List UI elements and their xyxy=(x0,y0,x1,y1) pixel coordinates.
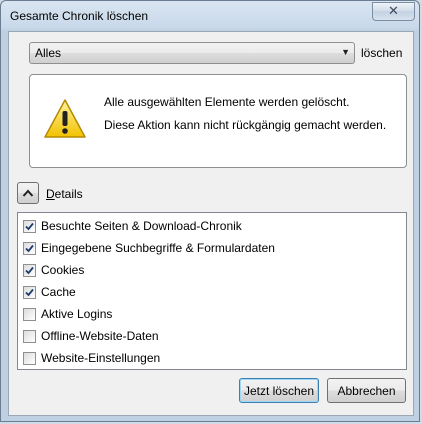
window-title: Gesamte Chronik löschen xyxy=(10,9,149,23)
dialog-content: Alles ▼ löschen Alle ausgewählten Elemen… xyxy=(8,31,414,416)
dialog-window: Gesamte Chronik löschen ✕ Alles ▼ lösche… xyxy=(0,0,420,422)
warning-text-line1: Alle ausgewählten Elemente werden gelösc… xyxy=(104,95,350,109)
checkbox-offline-data[interactable] xyxy=(23,330,36,343)
checkbox-label: Website-Einstellungen xyxy=(41,351,161,365)
checkbox-forms-search[interactable] xyxy=(23,242,36,255)
checkmark-icon xyxy=(25,288,34,297)
details-label-accesskey: D xyxy=(46,187,55,201)
details-toggle-button[interactable] xyxy=(17,182,39,204)
close-icon: ✕ xyxy=(388,3,399,18)
list-item-history-downloads[interactable]: Besuchte Seiten & Download-Chronik xyxy=(23,216,403,236)
details-label-rest: etails xyxy=(54,187,83,201)
time-range-dropdown[interactable]: Alles ▼ xyxy=(29,42,355,64)
checkbox-label: Besuchte Seiten & Download-Chronik xyxy=(41,219,242,233)
checkmark-icon xyxy=(25,222,34,231)
checkbox-label: Cookies xyxy=(41,263,85,277)
list-item-forms-search[interactable]: Eingegebene Suchbegriffe & Formulardaten xyxy=(23,238,403,258)
checkbox-cache[interactable] xyxy=(23,286,36,299)
details-label: Details xyxy=(46,187,83,201)
title-bar: Gesamte Chronik löschen ✕ xyxy=(1,1,419,31)
checkbox-label: Offline-Website-Daten xyxy=(41,329,159,343)
list-item-offline-data[interactable]: Offline-Website-Daten xyxy=(23,326,403,346)
checkbox-active-logins[interactable] xyxy=(23,308,36,321)
list-item-active-logins[interactable]: Aktive Logins xyxy=(23,304,403,324)
chevron-up-icon xyxy=(22,189,34,197)
time-range-value: Alles xyxy=(35,46,62,60)
warning-text-line2: Diese Aktion kann nicht rückgängig gemac… xyxy=(104,118,387,132)
checkbox-site-settings[interactable] xyxy=(23,352,36,365)
list-item-cache[interactable]: Cache xyxy=(23,282,403,302)
checkmark-icon xyxy=(25,244,34,253)
list-item-site-settings[interactable]: Website-Einstellungen xyxy=(23,348,403,368)
warning-box: Alle ausgewählten Elemente werden gelösc… xyxy=(29,74,407,168)
chevron-down-icon: ▼ xyxy=(341,47,350,57)
time-range-label: löschen xyxy=(361,46,403,60)
checkbox-label: Cache xyxy=(41,285,76,299)
checkbox-cookies[interactable] xyxy=(23,264,36,277)
warning-triangle-icon xyxy=(44,99,86,138)
list-item-cookies[interactable]: Cookies xyxy=(23,260,403,280)
checkmark-icon xyxy=(25,266,34,275)
checkbox-label: Eingegebene Suchbegriffe & Formulardaten xyxy=(41,241,275,255)
checkbox-history-downloads[interactable] xyxy=(23,220,36,233)
cancel-button[interactable]: Abbrechen xyxy=(327,378,406,403)
clear-now-button[interactable]: Jetzt löschen xyxy=(239,378,319,403)
history-items-list: Besuchte Seiten & Download-Chronik Einge… xyxy=(17,212,407,370)
close-button[interactable]: ✕ xyxy=(372,2,415,21)
checkbox-label: Aktive Logins xyxy=(41,307,113,321)
